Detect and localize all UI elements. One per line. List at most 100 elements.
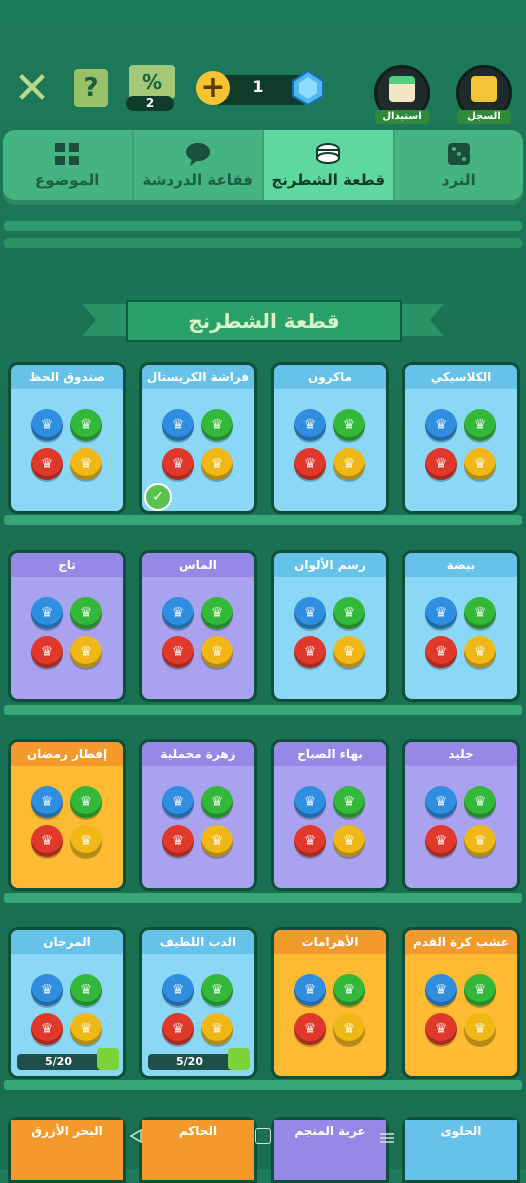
piece-preview: ♛ ♛ ♛ ♛ <box>425 974 497 1046</box>
help-button[interactable]: ? <box>74 69 108 107</box>
paint-icon: ♛ <box>333 636 365 668</box>
home-icon[interactable] <box>255 1128 271 1144</box>
piece-card[interactable]: الدب اللطيف ♛ ♛ ♛ ♛ 5/20 <box>139 927 257 1079</box>
card-title: الماس <box>142 553 254 577</box>
recents-icon[interactable] <box>380 1129 394 1143</box>
selected-check-icon: ✓ <box>144 483 172 511</box>
card-title: زهرة مخملية <box>142 742 254 766</box>
ribbon-left <box>82 304 130 336</box>
coupon-count: 2 <box>126 96 174 111</box>
piece-preview: ♛ ♛ ♛ ♛ <box>31 786 103 858</box>
card-title: بهاء الصباح <box>274 742 386 766</box>
crown-icon: ♛ <box>70 636 102 668</box>
piece-card[interactable]: ماكرون ♛ ♛ ♛ ♛ <box>271 362 389 514</box>
piece-preview: ♛ ♛ ♛ ♛ <box>31 409 103 481</box>
piece-card[interactable]: بهاء الصباح ♛ ♛ ♛ ♛ <box>271 739 389 891</box>
piece-card[interactable]: فراشة الكريستال ♛ ♛ ♛ ♛ ✓ <box>139 362 257 514</box>
crown-icon: ♛ <box>31 636 63 668</box>
swap-label: استبدال <box>375 110 429 124</box>
tab-label: النرد <box>441 171 476 189</box>
grid-icon <box>52 141 82 167</box>
piece-card[interactable]: الأهرامات ♛ ♛ ♛ ♛ <box>271 927 389 1079</box>
piece-card[interactable]: الكلاسيكي ♛ ♛ ♛ ♛ <box>402 362 520 514</box>
piece-icon <box>313 141 343 167</box>
piece-card[interactable]: تاج ♛ ♛ ♛ ♛ <box>8 550 126 702</box>
coral-icon: ♛ <box>31 1013 63 1045</box>
classic-icon: ♛ <box>425 409 457 441</box>
coral-icon: ♛ <box>70 1013 102 1045</box>
progress-text: 5/20 <box>45 1055 72 1068</box>
butterfly-icon: ♛ <box>201 409 233 441</box>
piece-card[interactable]: المرجان ♛ ♛ ♛ ♛ 5/20 <box>8 927 126 1079</box>
pyramid-icon: ♛ <box>333 974 365 1006</box>
piece-card[interactable]: عشب كرة القدم ♛ ♛ ♛ ♛ <box>402 927 520 1079</box>
card-title: ماكرون <box>274 365 386 389</box>
tab-dice[interactable]: النرد <box>392 130 524 200</box>
rose-icon: ♛ <box>201 825 233 857</box>
shelf <box>4 893 522 903</box>
gloria-icon: ♛ <box>333 786 365 818</box>
puzzle-icon <box>228 1048 250 1070</box>
history-button[interactable]: السجل <box>456 65 512 124</box>
swap-button[interactable]: استبدال <box>374 65 430 124</box>
piece-preview: ♛ ♛ ♛ ♛ <box>162 597 234 669</box>
coupon-icon: % <box>141 70 163 94</box>
add-gems-button[interactable]: + <box>196 71 230 105</box>
crown-icon: ♛ <box>70 597 102 629</box>
classic-icon: ♛ <box>425 448 457 480</box>
card-title: فراشة الكريستال <box>142 365 254 389</box>
back-icon[interactable] <box>129 1128 142 1144</box>
tab-theme[interactable]: الموضوع <box>3 130 132 200</box>
chest-icon: ♛ <box>70 409 102 441</box>
divider <box>4 221 522 231</box>
shop-icon <box>389 76 415 102</box>
piece-card[interactable]: رسم الألوان ♛ ♛ ♛ ♛ <box>271 550 389 702</box>
card-title: جليد <box>405 742 517 766</box>
ribbon-right <box>396 304 444 336</box>
ball-icon: ♛ <box>425 974 457 1006</box>
egg-icon: ♛ <box>425 597 457 629</box>
section-title: قطعة الشطرنج <box>126 300 402 342</box>
piece-card[interactable]: جليد ♛ ♛ ♛ ♛ <box>402 739 520 891</box>
pyramid-icon: ♛ <box>294 1013 326 1045</box>
close-icon[interactable]: ✕ <box>12 67 52 111</box>
paint-icon: ♛ <box>294 597 326 629</box>
classic-icon: ♛ <box>464 409 496 441</box>
egg-icon: ♛ <box>464 636 496 668</box>
bear-icon: ♛ <box>201 1013 233 1045</box>
paint-icon: ♛ <box>333 597 365 629</box>
diamond-icon: ♛ <box>162 597 194 629</box>
tab-chess-piece[interactable]: قطعة الشطرنج <box>262 130 393 200</box>
piece-card[interactable]: صندوق الحظ ♛ ♛ ♛ ♛ <box>8 362 126 514</box>
gloria-icon: ♛ <box>333 825 365 857</box>
ball-icon: ♛ <box>464 1013 496 1045</box>
diamond-icon: ♛ <box>201 597 233 629</box>
tab-chat-bubble[interactable]: فقاعة الدردشة <box>131 130 263 200</box>
piece-card[interactable]: الماس ♛ ♛ ♛ ♛ <box>139 550 257 702</box>
card-title: رسم الألوان <box>274 553 386 577</box>
card-title: صندوق الحظ <box>11 365 123 389</box>
macaron-icon: ♛ <box>294 448 326 480</box>
piece-preview: ♛ ♛ ♛ ♛ <box>425 786 497 858</box>
shelf <box>4 1080 522 1090</box>
category-tabs: الموضوع فقاعة الدردشة قطعة الشطرنج النرد <box>3 130 523 200</box>
gloria-icon: ♛ <box>294 786 326 818</box>
rose-icon: ♛ <box>201 786 233 818</box>
piece-preview: ♛ ♛ ♛ ♛ <box>162 974 234 1046</box>
card-title: تاج <box>11 553 123 577</box>
coupon-button[interactable]: % <box>129 65 175 99</box>
gem-icon <box>292 69 324 107</box>
piece-card[interactable]: بيضة ♛ ♛ ♛ ♛ <box>402 550 520 702</box>
classic-icon: ♛ <box>464 448 496 480</box>
macaron-icon: ♛ <box>294 409 326 441</box>
piece-preview: ♛ ♛ ♛ ♛ <box>294 786 366 858</box>
lantern-icon: ♛ <box>70 786 102 818</box>
piece-card[interactable]: إفطار رمضان ♛ ♛ ♛ ♛ <box>8 739 126 891</box>
piece-card[interactable]: زهرة مخملية ♛ ♛ ♛ ♛ <box>139 739 257 891</box>
piece-preview: ♛ ♛ ♛ ♛ <box>162 409 234 481</box>
card-title: بيضة <box>405 553 517 577</box>
puzzle-icon <box>97 1048 119 1070</box>
macaron-icon: ♛ <box>333 409 365 441</box>
butterfly-icon: ♛ <box>201 448 233 480</box>
help-icon: ? <box>83 73 99 103</box>
